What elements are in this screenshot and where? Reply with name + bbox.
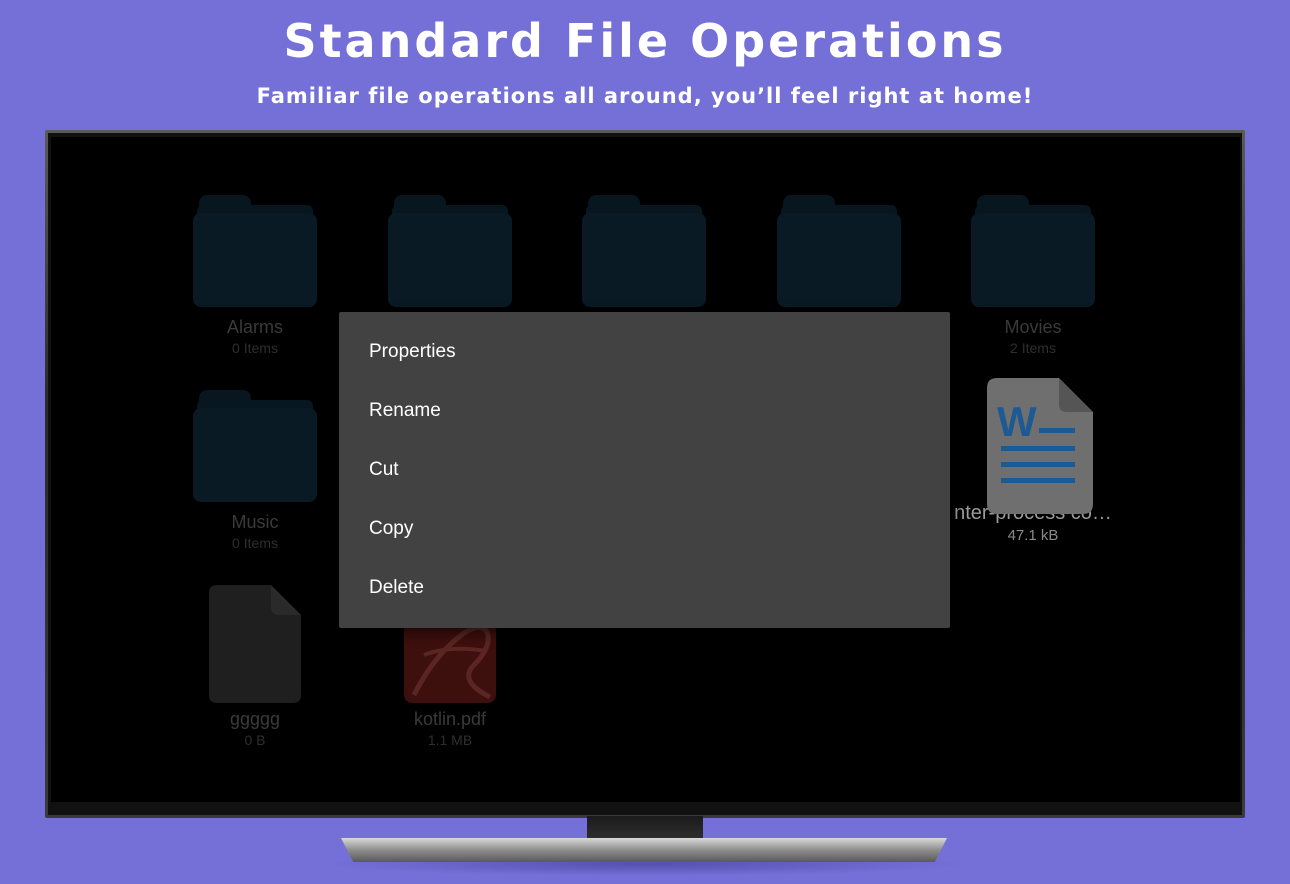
file-meta: 0 B	[244, 732, 266, 748]
page-headline: Standard File Operations	[283, 14, 1007, 68]
menu-item-delete[interactable]: Delete	[369, 568, 424, 608]
file-item[interactable]: ggggg 0 B	[180, 585, 330, 748]
file-item[interactable]: W nter-process co… 47.1 kB	[938, 378, 1128, 544]
folder-icon	[193, 390, 317, 502]
menu-item-cut[interactable]: Cut	[369, 450, 399, 490]
tv-stand-neck	[587, 816, 703, 838]
file-icon	[209, 585, 301, 703]
file-item[interactable]: Music 0 Items	[180, 390, 330, 551]
menu-item-properties[interactable]: Properties	[369, 332, 456, 372]
file-item[interactable]	[375, 195, 525, 317]
folder-icon	[971, 195, 1095, 307]
file-meta: 1.1 MB	[427, 732, 473, 748]
word-document-icon: W	[987, 378, 1093, 514]
folder-icon	[582, 195, 706, 307]
menu-item-copy[interactable]: Copy	[369, 509, 413, 549]
file-item[interactable]	[764, 195, 914, 317]
folder-icon	[388, 195, 512, 307]
page-subheadline: Familiar file operations all around, you…	[256, 84, 1034, 108]
tv-stand-base	[341, 838, 947, 862]
folder-icon	[777, 195, 901, 307]
file-meta: 0 Items	[232, 340, 278, 356]
context-menu: Properties Rename Cut Copy Delete	[339, 312, 950, 628]
file-name: Alarms	[226, 317, 283, 337]
file-name: kotlin.pdf	[413, 709, 487, 729]
file-meta: 47.1 kB	[1007, 527, 1059, 544]
file-item[interactable]: Movies 2 Items	[958, 195, 1108, 356]
file-meta: 2 Items	[1010, 340, 1056, 356]
folder-icon	[193, 195, 317, 307]
menu-item-rename[interactable]: Rename	[369, 391, 441, 431]
file-meta: 0 Items	[232, 535, 278, 551]
file-item[interactable]: Alarms 0 Items	[180, 195, 330, 356]
file-name: Movies	[1004, 317, 1062, 337]
file-item[interactable]	[569, 195, 719, 317]
file-name: Music	[231, 512, 279, 532]
svg-text:W: W	[997, 398, 1037, 445]
file-name: ggggg	[229, 709, 281, 729]
